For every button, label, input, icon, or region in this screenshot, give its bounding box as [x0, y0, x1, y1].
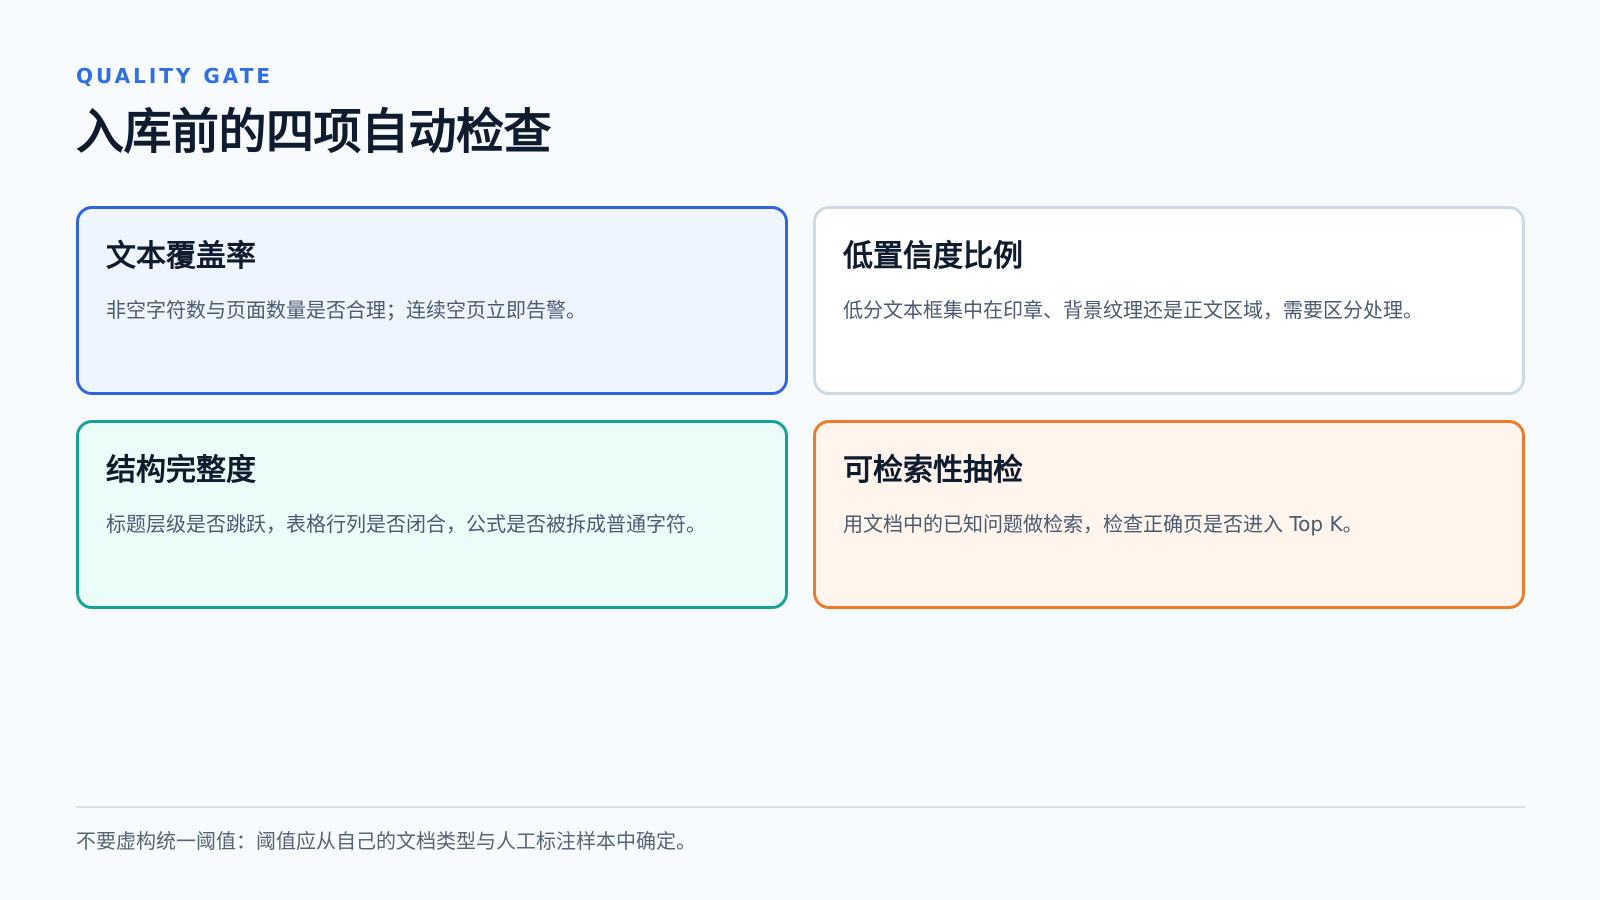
footer-divider — [76, 806, 1525, 808]
card-description: 标题层级是否跳跃，表格行列是否闭合，公式是否被拆成普通字符。 — [106, 512, 706, 536]
card-text-coverage: 文本覆盖率 非空字符数与页面数量是否合理；连续空页立即告警。 — [76, 206, 788, 395]
card-retrievability-check: 可检索性抽检 用文档中的已知问题做检索，检查正确页是否进入 Top K。 — [813, 420, 1525, 609]
card-description: 非空字符数与页面数量是否合理；连续空页立即告警。 — [106, 298, 586, 322]
card-title: 文本覆盖率 — [106, 239, 256, 274]
card-title: 低置信度比例 — [843, 239, 1023, 274]
card-title: 可检索性抽检 — [843, 453, 1023, 488]
eyebrow-label: QUALITY GATE — [76, 64, 274, 88]
card-description: 用文档中的已知问题做检索，检查正确页是否进入 Top K。 — [843, 512, 1363, 536]
footer-note: 不要虚构统一阈值：阈值应从自己的文档类型与人工标注样本中确定。 — [76, 829, 696, 853]
slide: QUALITY GATE 入库前的四项自动检查 文本覆盖率 非空字符数与页面数量… — [0, 0, 1600, 900]
card-title: 结构完整度 — [106, 453, 256, 488]
card-structure-integrity: 结构完整度 标题层级是否跳跃，表格行列是否闭合，公式是否被拆成普通字符。 — [76, 420, 788, 609]
page-title: 入库前的四项自动检查 — [76, 104, 552, 160]
card-description: 低分文本框集中在印章、背景纹理还是正文区域，需要区分处理。 — [843, 298, 1423, 322]
card-low-confidence-ratio: 低置信度比例 低分文本框集中在印章、背景纹理还是正文区域，需要区分处理。 — [813, 206, 1525, 395]
check-card-grid: 文本覆盖率 非空字符数与页面数量是否合理；连续空页立即告警。 低置信度比例 低分… — [76, 206, 1525, 609]
